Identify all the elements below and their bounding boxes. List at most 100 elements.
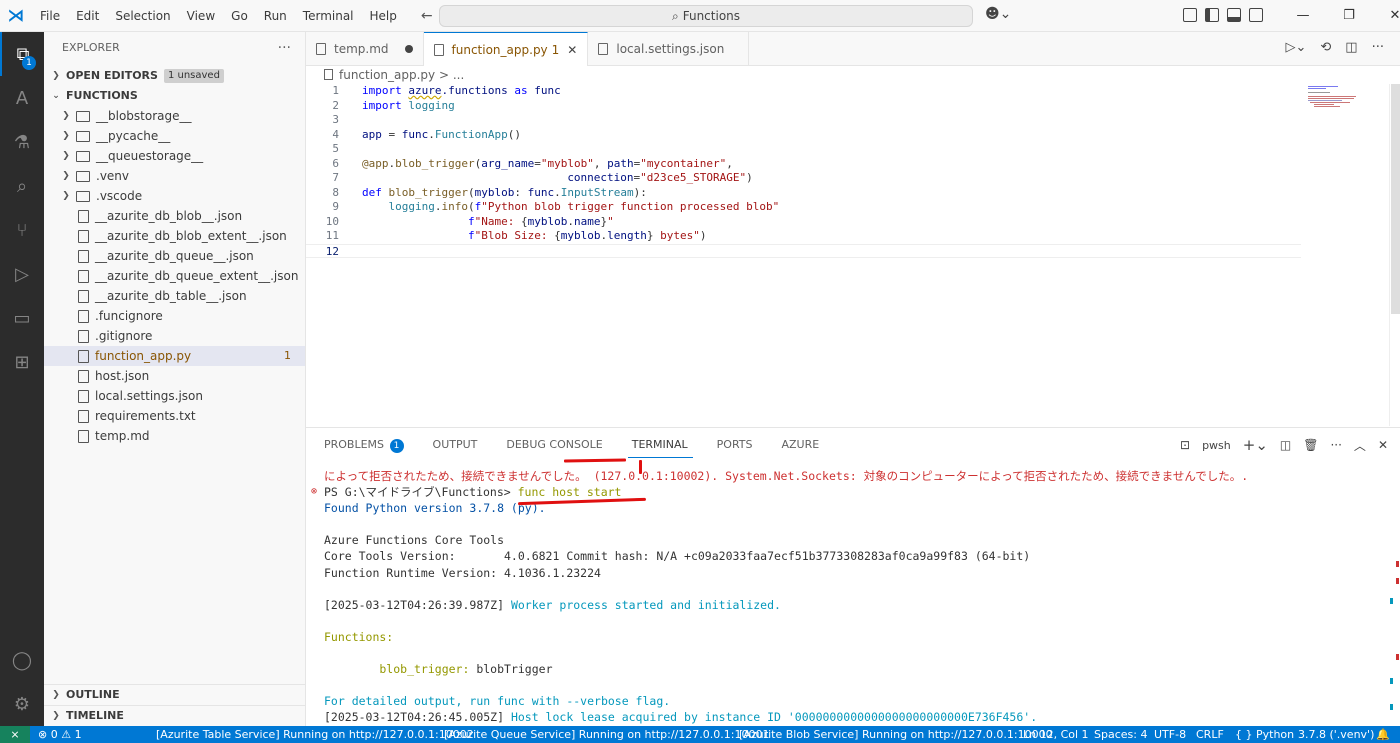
command: func host start	[517, 485, 622, 500]
command-center-search[interactable]: ⌕ Functions	[439, 5, 973, 27]
tab-debug-console[interactable]: DEBUG CONSOLE	[488, 428, 613, 462]
tab-local-settings-json[interactable]: local.settings.json	[588, 32, 750, 66]
run-python-icon[interactable]: ▷⌄	[1286, 40, 1307, 55]
tree-file[interactable]: requirements.txt	[44, 406, 305, 426]
run-debug-icon[interactable]: ▷	[0, 252, 44, 296]
tree-folder[interactable]: ❯ __pycache__	[44, 126, 305, 146]
tree-file[interactable]: host.json	[44, 366, 305, 386]
new-terminal-plus-icon[interactable]: +⌄	[1243, 436, 1268, 454]
tab-terminal[interactable]: TERMINAL	[614, 428, 699, 462]
explorer-sidebar: EXPLORER ··· ❯ OPEN EDITORS 1 unsaved ⌄ …	[44, 32, 306, 726]
menu-help[interactable]: Help	[362, 0, 405, 32]
tree-file[interactable]: local.settings.json	[44, 386, 305, 406]
problems-status[interactable]: ⊗ 0 ⚠ 1	[38, 726, 82, 743]
tree-folder[interactable]: ❯ __blobstorage__	[44, 106, 305, 126]
code-editor[interactable]: 1 import azure.functions as func 2 import …	[306, 84, 1306, 426]
toggle-secondary-sidebar-icon[interactable]	[1249, 8, 1263, 22]
azurite-table-status[interactable]: [Azurite Table Service] Running on http:…	[156, 726, 474, 743]
breadcrumb-file[interactable]: function_app.py	[339, 68, 435, 82]
line-ending[interactable]: CRLF	[1196, 726, 1224, 743]
tab-temp-md[interactable]: temp.md	[306, 32, 424, 66]
cursor-position[interactable]: Ln 12, Col 1	[1023, 726, 1089, 743]
timeline-section[interactable]: ❯ TIMELINE	[44, 705, 306, 726]
toggle-sidebar-icon[interactable]	[1205, 8, 1219, 22]
testing-flask-icon[interactable]: ⚗	[0, 120, 44, 164]
tab-label: temp.md	[334, 42, 389, 56]
menu-selection[interactable]: Selection	[107, 0, 178, 32]
tree-item-label: local.settings.json	[95, 389, 203, 403]
indentation[interactable]: Spaces: 4	[1094, 726, 1147, 743]
manage-gear-icon[interactable]: ⚙	[0, 682, 44, 726]
minimize-icon[interactable]: —	[1280, 0, 1326, 32]
tree-folder[interactable]: ❯ __queuestorage__	[44, 146, 305, 166]
back-arrow-icon[interactable]: ←	[421, 8, 433, 24]
restore-icon[interactable]: ❐	[1326, 0, 1372, 32]
tree-file[interactable]: __azurite_db_table__.json	[44, 286, 305, 306]
menu-file[interactable]: File	[32, 0, 68, 32]
chevron-right-icon: ❯	[62, 151, 70, 161]
chevron-right-icon: ❯	[62, 191, 70, 201]
azurite-blob-status[interactable]: [Azurite Blob Service] Running on http:/…	[739, 726, 1053, 743]
language-mode[interactable]: { } Python	[1235, 726, 1294, 743]
terminal-scrollbar[interactable]	[1390, 468, 1400, 726]
tree-file[interactable]: temp.md	[44, 426, 305, 446]
azure-icon[interactable]: A	[0, 76, 44, 120]
tree-folder[interactable]: ❯ .venv	[44, 166, 305, 186]
extensions-icon[interactable]: ⊞	[0, 340, 44, 384]
tab-output[interactable]: OUTPUT	[415, 428, 489, 462]
split-terminal-icon[interactable]: ◫	[1280, 438, 1291, 452]
open-editors-section[interactable]: ❯ OPEN EDITORS 1 unsaved	[44, 66, 305, 86]
tree-folder[interactable]: ❯ .vscode	[44, 186, 305, 206]
editor-scrollbar[interactable]	[1389, 84, 1400, 426]
remote-explorer-icon[interactable]: ▭	[0, 296, 44, 340]
close-panel-icon[interactable]: ✕	[1378, 438, 1388, 452]
customize-layout-icon[interactable]	[1183, 8, 1197, 22]
tab-problems[interactable]: PROBLEMS 1	[306, 428, 415, 462]
notifications-bell-icon[interactable]: 🔔	[1376, 726, 1390, 743]
tree-file[interactable]: __azurite_db_blob__.json	[44, 206, 305, 226]
tree-file[interactable]: __azurite_db_queue_extent__.json	[44, 266, 305, 286]
timeline-history-icon[interactable]: ⟲	[1320, 40, 1331, 55]
functions-folder-section[interactable]: ⌄ FUNCTIONS	[44, 86, 305, 106]
menu-view[interactable]: View	[179, 0, 223, 32]
minimap[interactable]	[1306, 84, 1390, 426]
unsaved-dot-icon[interactable]	[404, 45, 413, 53]
remote-indicator-icon[interactable]: ⨯	[0, 726, 30, 743]
azurite-queue-status[interactable]: [Azurite Queue Service] Running on http:…	[444, 726, 769, 743]
menu-terminal[interactable]: Terminal	[295, 0, 362, 32]
tree-item-label: __azurite_db_blob__.json	[95, 209, 243, 223]
breadcrumb-rest[interactable]: > ...	[435, 68, 464, 82]
terminal-output[interactable]: によって拒否されたため、接続できませんでした。 (127.0.0.1:10002…	[311, 468, 1384, 726]
source-control-icon[interactable]: ⑂	[0, 208, 44, 252]
search-icon[interactable]: ⌕	[0, 164, 44, 208]
explorer-icon[interactable]: ⧉	[0, 32, 44, 76]
maximize-panel-chevron-up-icon[interactable]: ︿	[1354, 437, 1366, 454]
close-window-icon[interactable]: ✕	[1372, 0, 1400, 32]
toggle-panel-icon[interactable]	[1227, 8, 1241, 22]
outline-section[interactable]: ❯ OUTLINE	[44, 684, 306, 705]
more-actions-icon[interactable]: ···	[1372, 40, 1384, 55]
accounts-icon[interactable]: ◯	[0, 638, 44, 682]
tab-azure[interactable]: AZURE	[764, 428, 831, 462]
tree-file[interactable]: function_app.py 1	[44, 346, 305, 366]
encoding[interactable]: UTF-8	[1154, 726, 1186, 743]
split-editor-icon[interactable]: ◫	[1345, 40, 1357, 55]
kill-terminal-trash-icon[interactable]: 🗑	[1303, 438, 1318, 452]
python-interpreter[interactable]: 3.7.8 ('.venv')	[1298, 726, 1374, 743]
tree-file[interactable]: __azurite_db_blob_extent__.json	[44, 226, 305, 246]
tab-function-app-py[interactable]: function_app.py 1 ✕	[423, 32, 589, 66]
menu-go[interactable]: Go	[223, 0, 256, 32]
terminal-shell-name[interactable]: pwsh	[1202, 439, 1231, 452]
close-tab-icon[interactable]: ✕	[567, 43, 577, 57]
tab-ports[interactable]: PORTS	[699, 428, 764, 462]
terminal-shell-icon[interactable]: ⊡	[1180, 438, 1190, 452]
more-actions-icon[interactable]: ···	[1330, 438, 1341, 452]
copilot-icon[interactable]: ☻⌄	[985, 6, 1011, 22]
tree-file[interactable]: __azurite_db_queue__.json	[44, 246, 305, 266]
tree-file[interactable]: .funcignore	[44, 306, 305, 326]
menu-run[interactable]: Run	[256, 0, 295, 32]
terminal-line: Functions:	[324, 629, 394, 644]
tree-file[interactable]: .gitignore	[44, 326, 305, 346]
menu-edit[interactable]: Edit	[68, 0, 107, 32]
more-actions-icon[interactable]: ···	[278, 32, 291, 64]
